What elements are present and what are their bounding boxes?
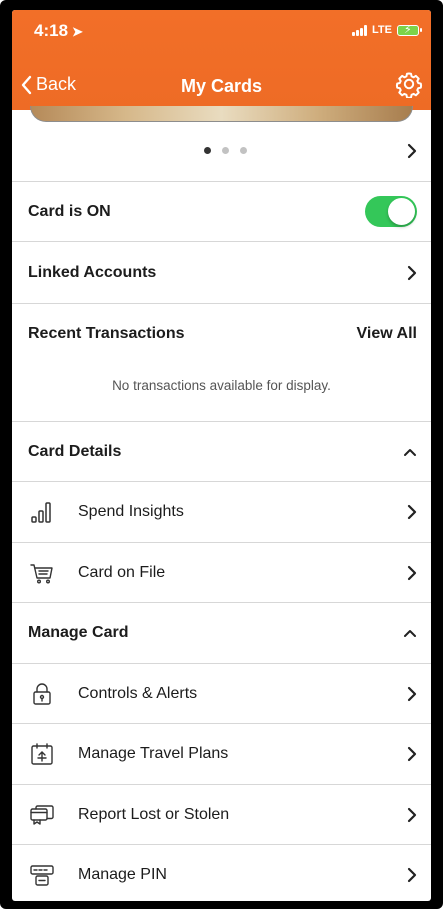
manage-travel-plans-label: Manage Travel Plans bbox=[78, 745, 229, 762]
lost-cards-icon bbox=[28, 801, 56, 829]
spend-insights-row[interactable]: Spend Insights bbox=[12, 482, 431, 543]
signal-icon bbox=[352, 24, 368, 36]
page-dot bbox=[240, 147, 247, 154]
page-dot bbox=[222, 147, 229, 154]
location-arrow-icon: ➤ bbox=[72, 24, 83, 39]
card-details-label: Card Details bbox=[28, 442, 122, 460]
chevron-right-icon bbox=[407, 807, 417, 822]
view-all-link[interactable]: View All bbox=[357, 325, 417, 343]
shopping-cart-icon bbox=[28, 559, 56, 587]
status-time: 4:18 ➤ bbox=[34, 21, 83, 41]
chevron-right-icon bbox=[407, 565, 417, 580]
chevron-right-icon bbox=[407, 867, 417, 883]
manage-pin-label: Manage PIN bbox=[78, 866, 167, 883]
controls-alerts-row[interactable]: Controls & Alerts bbox=[12, 664, 431, 724]
empty-transactions-message: No transactions available for display. bbox=[12, 364, 431, 422]
page-dot bbox=[204, 147, 211, 154]
pin-pad-icon bbox=[28, 861, 56, 889]
manage-card-header[interactable]: Manage Card bbox=[12, 603, 431, 664]
chevron-up-icon bbox=[404, 630, 416, 637]
navigation-bar: Back My Cards bbox=[12, 68, 431, 106]
main-content: Card is ON Linked Accounts Recent Transa… bbox=[12, 122, 431, 901]
manage-pin-row[interactable]: Manage PIN bbox=[12, 845, 431, 901]
controls-alerts-label: Controls & Alerts bbox=[78, 684, 198, 702]
status-bar: 4:18 ➤ LTE ⚡ bbox=[12, 10, 431, 50]
battery-icon: ⚡ bbox=[397, 24, 422, 36]
spend-insights-label: Spend Insights bbox=[78, 503, 184, 520]
chevron-right-icon bbox=[407, 746, 417, 762]
app-header: 4:18 ➤ LTE ⚡ Back My Cards bbox=[12, 10, 431, 110]
chevron-right-icon bbox=[407, 686, 417, 701]
chevron-right-icon bbox=[407, 504, 417, 520]
card-pager bbox=[12, 122, 431, 182]
travel-calendar-icon bbox=[28, 740, 56, 768]
report-lost-stolen-row[interactable]: Report Lost or Stolen bbox=[12, 785, 431, 845]
toggle-knob bbox=[388, 198, 415, 225]
card-image[interactable] bbox=[30, 106, 413, 122]
linked-accounts-label: Linked Accounts bbox=[28, 263, 157, 281]
status-time-text: 4:18 bbox=[34, 21, 69, 40]
status-indicators: LTE ⚡ bbox=[352, 24, 422, 36]
settings-button[interactable] bbox=[395, 70, 423, 99]
manage-travel-plans-row[interactable]: Manage Travel Plans bbox=[12, 724, 431, 785]
lock-icon bbox=[28, 680, 56, 708]
chevron-up-icon bbox=[404, 448, 416, 456]
recent-transactions-label: Recent Transactions bbox=[28, 325, 185, 342]
card-on-toggle[interactable] bbox=[365, 196, 417, 227]
network-type: LTE bbox=[372, 24, 392, 36]
chevron-right-icon bbox=[407, 265, 417, 280]
card-on-file-row[interactable]: Card on File bbox=[12, 543, 431, 603]
page-indicator[interactable] bbox=[204, 147, 247, 154]
bar-chart-icon bbox=[28, 498, 56, 526]
page-title: My Cards bbox=[180, 76, 263, 96]
linked-accounts-row[interactable]: Linked Accounts bbox=[12, 242, 431, 304]
gear-icon bbox=[395, 72, 423, 99]
card-status-label: Card is ON bbox=[28, 202, 111, 220]
report-lost-stolen-label: Report Lost or Stolen bbox=[78, 805, 230, 823]
phone-screen: 4:18 ➤ LTE ⚡ Back My Cards Card is ON Li… bbox=[12, 10, 431, 901]
device-frame: 4:18 ➤ LTE ⚡ Back My Cards Card is ON Li… bbox=[0, 0, 443, 909]
recent-transactions-header: Recent Transactions View All bbox=[12, 304, 431, 364]
card-on-file-label: Card on File bbox=[78, 563, 166, 581]
card-details-header[interactable]: Card Details bbox=[12, 422, 431, 482]
manage-card-label: Manage Card bbox=[28, 624, 129, 641]
card-status-row: Card is ON bbox=[12, 182, 431, 242]
next-card-chevron-icon[interactable] bbox=[407, 143, 417, 159]
